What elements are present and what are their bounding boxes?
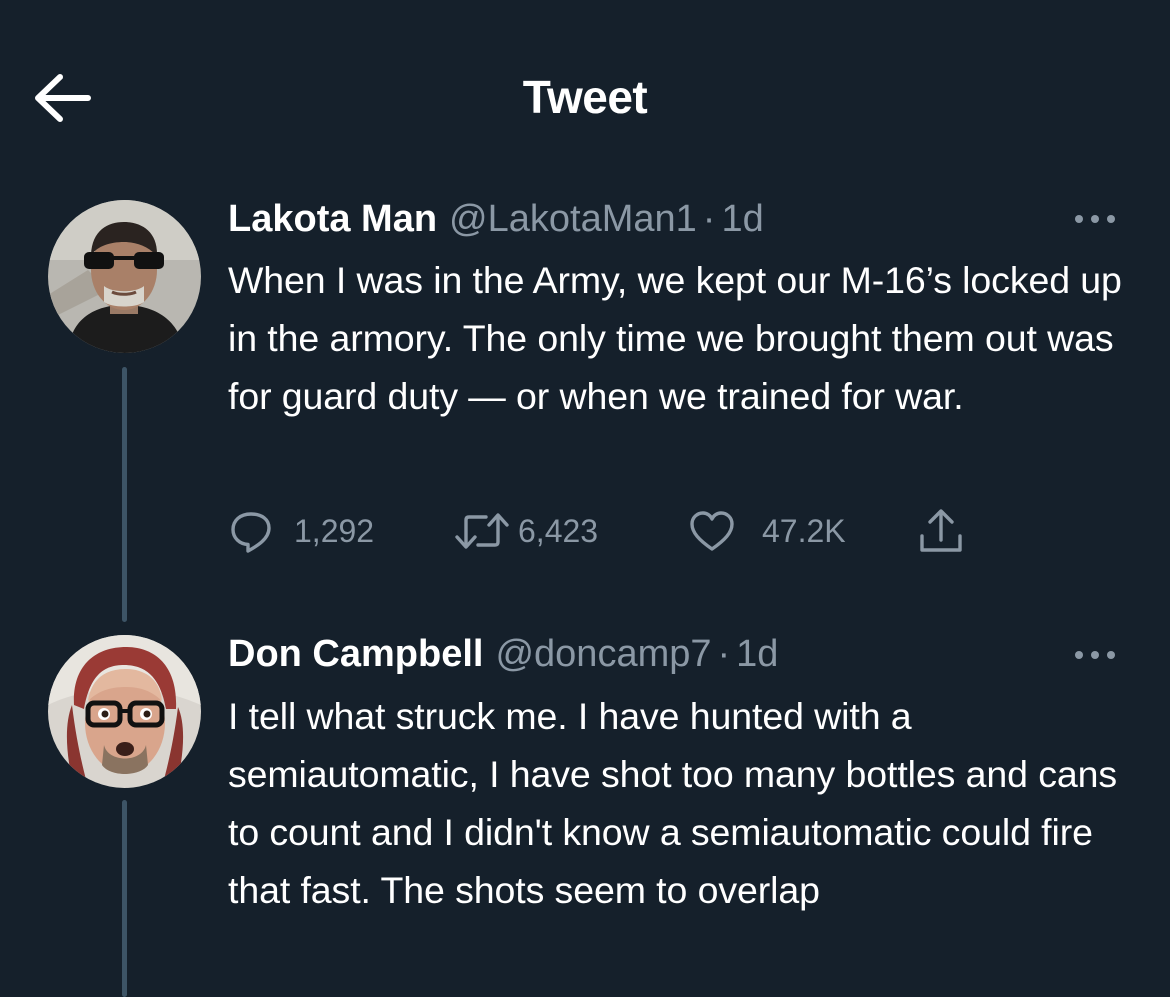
separator-dot: · (717, 633, 731, 675)
tweet-text: I tell what struck me. I have hunted wit… (228, 695, 1118, 911)
tweet-timestamp[interactable]: 1d (736, 633, 778, 675)
avatar-photo-don-campbell (48, 635, 201, 788)
user-handle[interactable]: @doncamp7 (495, 633, 711, 675)
tweet-header: Don Campbell @doncamp7 · 1d (228, 629, 778, 679)
tweet-don-campbell[interactable]: Don Campbell @doncamp7 · 1d I tell what str… (0, 0, 1170, 997)
display-name[interactable]: Don Campbell (228, 633, 483, 675)
thread-line (122, 800, 127, 997)
more-horizontal-icon (1075, 651, 1115, 659)
avatar-don-campbell[interactable] (48, 635, 201, 788)
more-options-button[interactable] (1068, 640, 1122, 670)
